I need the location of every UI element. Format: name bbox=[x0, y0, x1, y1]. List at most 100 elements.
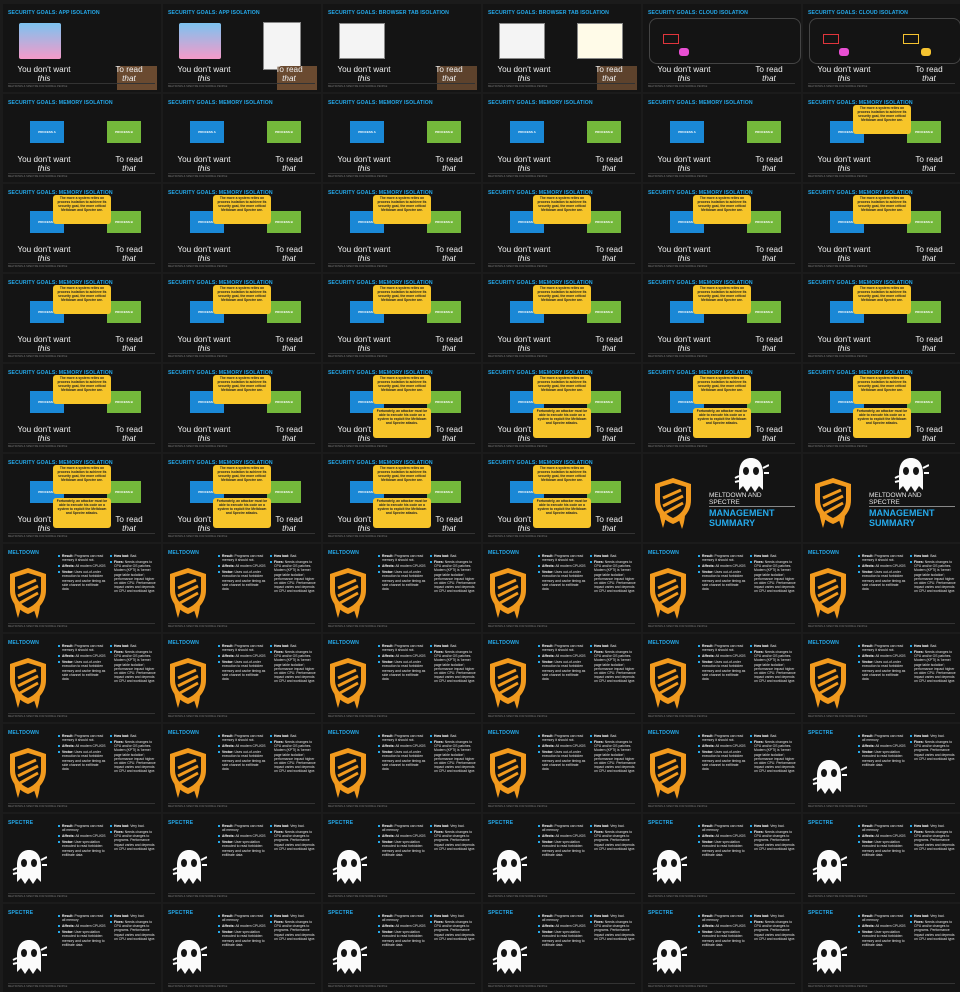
meltdown-logo-icon bbox=[490, 748, 526, 799]
slide-thumbnail[interactable]: SPECTRE Result: Programs can read all mem… bbox=[803, 904, 960, 992]
slide-thumbnail[interactable]: SECURITY GOALS: APP ISOLATION You don't w… bbox=[3, 4, 161, 92]
slide-thumbnail[interactable]: SECURITY GOALS: MEMORY ISOLATION PROCESS … bbox=[483, 274, 641, 362]
spectre-bullets-left: Result: Programs can read all memory Affe… bbox=[538, 914, 586, 947]
slide-thumbnail[interactable]: SECURITY GOALS: MEMORY ISOLATION PROCESS … bbox=[803, 94, 960, 182]
meltdown-logo-icon bbox=[490, 568, 526, 619]
process-b-box: PROCESS B bbox=[427, 121, 461, 143]
slide-thumbnail[interactable]: SPECTRE Result: Programs can read all mem… bbox=[323, 814, 481, 902]
slide-thumbnail[interactable]: SECURITY GOALS: MEMORY ISOLATION PROCESS … bbox=[323, 454, 481, 542]
process-b-box: PROCESS B bbox=[587, 211, 621, 233]
slide-thumbnail[interactable]: MELTDOWN Result: Programs can read memory… bbox=[323, 544, 481, 632]
slide-thumbnail[interactable]: MELTDOWN Result: Programs can read memory… bbox=[803, 544, 960, 632]
spectre-logo-icon bbox=[812, 850, 848, 884]
slide-thumbnail[interactable]: SECURITY GOALS: MEMORY ISOLATION PROCESS … bbox=[323, 274, 481, 362]
slide-footer: MELTDOWN & SPECTRE FOR NORMAL PEOPLE bbox=[648, 353, 795, 360]
slide-thumbnail[interactable]: SPECTRE Result: Programs can read all mem… bbox=[163, 904, 321, 992]
slide-thumbnail[interactable]: SECURITY GOALS: MEMORY ISOLATION PROCESS … bbox=[163, 184, 321, 272]
slide-thumbnail[interactable]: SECURITY GOALS: MEMORY ISOLATION PROCESS … bbox=[323, 94, 481, 182]
slide-thumbnail[interactable]: SPECTRE Result: Programs can read all mem… bbox=[483, 904, 641, 992]
slide-thumbnail[interactable]: SPECTRE Result: Programs can read all mem… bbox=[163, 814, 321, 902]
slide-thumbnail[interactable]: MELTDOWN Result: Programs can read memory… bbox=[483, 544, 641, 632]
slide-thumbnail[interactable]: SECURITY GOALS: APP ISOLATION You don't w… bbox=[163, 4, 321, 92]
slide-thumbnail[interactable]: SECURITY GOALS: MEMORY ISOLATION PROCESS … bbox=[323, 184, 481, 272]
slide-thumbnail[interactable]: SPECTRE Result: Programs can read all mem… bbox=[643, 904, 801, 992]
spectre-logo-icon bbox=[12, 850, 48, 884]
slide-thumbnail[interactable]: MELTDOWN Result: Programs can read memory… bbox=[483, 634, 641, 722]
spectre-bullets-right: How bad: Very bad. Fixes: Needs changes t… bbox=[750, 914, 798, 943]
slide-thumbnail[interactable]: SECURITY GOALS: MEMORY ISOLATION PROCESS … bbox=[483, 364, 641, 452]
slide-thumbnail[interactable]: SPECTRE Result: Programs can read all mem… bbox=[803, 724, 960, 812]
slide-thumbnail[interactable]: SECURITY GOALS: MEMORY ISOLATION PROCESS … bbox=[3, 364, 161, 452]
slide-thumbnail[interactable]: MELTDOWN Result: Programs can read memory… bbox=[163, 634, 321, 722]
process-b-box: PROCESS B bbox=[747, 121, 781, 143]
slide-thumbnail[interactable]: SPECTRE Result: Programs can read all mem… bbox=[3, 904, 161, 992]
slide-thumbnail[interactable]: SECURITY GOALS: MEMORY ISOLATION PROCESS … bbox=[643, 364, 801, 452]
slide-thumbnail[interactable]: SECURITY GOALS: MEMORY ISOLATION PROCESS … bbox=[163, 94, 321, 182]
slide-thumbnail[interactable]: SECURITY GOALS: MEMORY ISOLATION PROCESS … bbox=[643, 274, 801, 362]
slide-footer: MELTDOWN & SPECTRE FOR NORMAL PEOPLE bbox=[168, 803, 315, 810]
caption-you-dont-want: You don't want this bbox=[177, 335, 231, 353]
slide-thumbnail[interactable]: MELTDOWN Result: Programs can read memory… bbox=[163, 724, 321, 812]
callout-isolation-note: The more a system relies on process isol… bbox=[53, 195, 111, 224]
spectre-logo bbox=[171, 938, 208, 983]
callout-isolation-note: The more a system relies on process isol… bbox=[533, 285, 591, 314]
slide-thumbnail[interactable]: MELTDOWN Result: Programs can read memory… bbox=[803, 634, 960, 722]
slide-thumbnail[interactable]: SECURITY GOALS: MEMORY ISOLATION PROCESS … bbox=[803, 184, 960, 272]
slide-thumbnail[interactable]: SECURITY GOALS: MEMORY ISOLATION PROCESS … bbox=[3, 274, 161, 362]
slide-thumbnail[interactable]: SECURITY GOALS: MEMORY ISOLATION PROCESS … bbox=[483, 184, 641, 272]
slide-thumbnail[interactable]: MELTDOWN AND SPECTRE MANAGEMENT SUMMARY bbox=[803, 454, 960, 542]
slide-thumbnail[interactable]: SECURITY GOALS: MEMORY ISOLATION PROCESS … bbox=[163, 454, 321, 542]
slide-thumbnail[interactable]: SPECTRE Result: Programs can read all mem… bbox=[643, 814, 801, 902]
slide-thumbnail[interactable]: SECURITY GOALS: MEMORY ISOLATION PROCESS … bbox=[483, 94, 641, 182]
meltdown-bullets-right: How bad: Bad. Fixes: Needs changes to CPU… bbox=[590, 644, 638, 685]
slide-thumbnail[interactable]: SECURITY GOALS: MEMORY ISOLATION PROCESS … bbox=[803, 274, 960, 362]
slide-thumbnail[interactable]: SECURITY GOALS: MEMORY ISOLATION PROCESS … bbox=[643, 184, 801, 272]
meltdown-logo bbox=[6, 746, 50, 805]
slide-thumbnail[interactable]: SPECTRE Result: Programs can read all mem… bbox=[803, 814, 960, 902]
slide-thumbnail[interactable]: SECURITY GOALS: BROWSER TAB ISOLATION You… bbox=[483, 4, 641, 92]
slide-thumbnail[interactable]: MELTDOWN Result: Programs can read memory… bbox=[643, 724, 801, 812]
slide-thumbnail[interactable]: SPECTRE Result: Programs can read all mem… bbox=[3, 814, 161, 902]
slide-thumbnail[interactable]: SPECTRE Result: Programs can read all mem… bbox=[323, 904, 481, 992]
slide-thumbnail[interactable]: MELTDOWN Result: Programs can read memory… bbox=[3, 544, 161, 632]
slide-thumbnail[interactable]: SECURITY GOALS: MEMORY ISOLATION PROCESS … bbox=[483, 454, 641, 542]
slide-thumbnail[interactable]: SECURITY GOALS: MEMORY ISOLATION PROCESS … bbox=[803, 364, 960, 452]
slide-thumbnail[interactable]: MELTDOWN Result: Programs can read memory… bbox=[163, 544, 321, 632]
slide-thumbnail[interactable]: SECURITY GOALS: MEMORY ISOLATION PROCESS … bbox=[163, 364, 321, 452]
meltdown-logo-icon bbox=[650, 658, 686, 709]
slide-thumbnail[interactable]: MELTDOWN Result: Programs can read memory… bbox=[3, 634, 161, 722]
slide-thumbnail[interactable]: MELTDOWN AND SPECTRE MANAGEMENT SUMMARY bbox=[643, 454, 801, 542]
slide-thumbnail[interactable]: MELTDOWN Result: Programs can read memory… bbox=[643, 634, 801, 722]
spectre-bullets-right: How bad: Very bad. Fixes: Needs changes t… bbox=[270, 914, 318, 943]
slide-thumbnail[interactable]: MELTDOWN Result: Programs can read memory… bbox=[323, 724, 481, 812]
slide-thumbnail[interactable]: MELTDOWN Result: Programs can read memory… bbox=[323, 634, 481, 722]
meltdown-logo bbox=[646, 566, 690, 625]
slide-thumbnail[interactable]: MELTDOWN Result: Programs can read memory… bbox=[643, 544, 801, 632]
slide-thumbnail[interactable]: SECURITY GOALS: MEMORY ISOLATION PROCESS … bbox=[163, 274, 321, 362]
slide-footer: MELTDOWN & SPECTRE FOR NORMAL PEOPLE bbox=[168, 83, 315, 90]
slide-thumbnail[interactable]: SECURITY GOALS: BROWSER TAB ISOLATION You… bbox=[323, 4, 481, 92]
slide-thumbnail[interactable]: SPECTRE Result: Programs can read all mem… bbox=[483, 814, 641, 902]
slide-thumbnail[interactable]: SECURITY GOALS: MEMORY ISOLATION PROCESS … bbox=[3, 94, 161, 182]
spectre-bullets-left: Result: Programs can read all memory Affe… bbox=[378, 914, 426, 947]
slide-footer: MELTDOWN & SPECTRE FOR NORMAL PEOPLE bbox=[648, 173, 795, 180]
meltdown-logo-icon bbox=[170, 748, 206, 799]
caption-you-dont-want: You don't want this bbox=[17, 245, 71, 263]
slide-thumbnail[interactable]: SECURITY GOALS: MEMORY ISOLATION PROCESS … bbox=[3, 184, 161, 272]
spectre-logo bbox=[171, 848, 208, 893]
spectre-bullets-right: How bad: Very bad. Fixes: Needs changes t… bbox=[430, 914, 478, 943]
slide-title: MELTDOWN bbox=[488, 730, 519, 736]
slide-thumbnail[interactable]: SECURITY GOALS: CLOUD ISOLATION You don't… bbox=[803, 4, 960, 92]
slide-thumbnail[interactable]: SECURITY GOALS: MEMORY ISOLATION PROCESS … bbox=[643, 94, 801, 182]
caption-to-read: To read that bbox=[755, 65, 783, 83]
caption-to-read: To read that bbox=[275, 335, 303, 353]
slide-thumbnail[interactable]: MELTDOWN Result: Programs can read memory… bbox=[483, 724, 641, 812]
slide-thumbnail[interactable]: SECURITY GOALS: MEMORY ISOLATION PROCESS … bbox=[3, 454, 161, 542]
process-b-box: PROCESS B bbox=[587, 481, 621, 503]
spectre-bullets-left: Result: Programs can read all memory Affe… bbox=[698, 914, 746, 947]
caption-you-dont-want: You don't want this bbox=[497, 335, 551, 353]
slide-footer: MELTDOWN & SPECTRE FOR NORMAL PEOPLE bbox=[648, 83, 795, 90]
slide-thumbnail[interactable]: MELTDOWN Result: Programs can read memory… bbox=[3, 724, 161, 812]
slide-thumbnail[interactable]: SECURITY GOALS: CLOUD ISOLATION You don't… bbox=[643, 4, 801, 92]
slide-thumbnail[interactable]: SECURITY GOALS: MEMORY ISOLATION PROCESS … bbox=[323, 364, 481, 452]
